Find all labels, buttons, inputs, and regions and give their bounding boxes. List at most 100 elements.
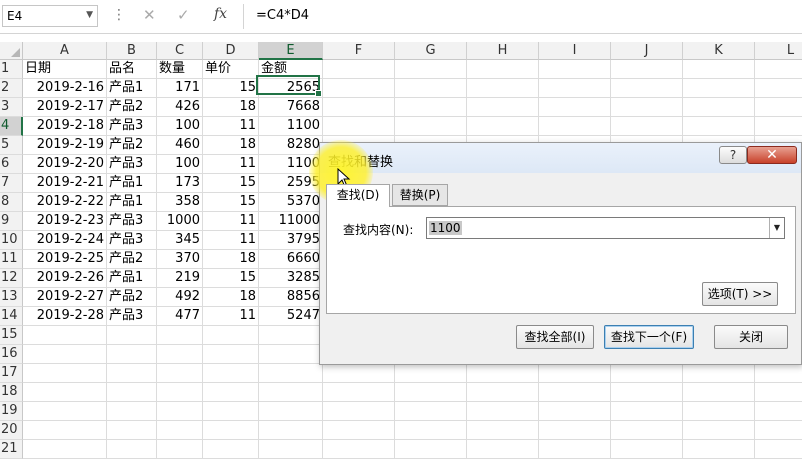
grid-cell[interactable]: 产品1 [107,174,157,193]
row-header[interactable]: 20 [0,421,23,440]
column-header[interactable]: B [107,42,157,60]
grid-cell[interactable]: 18 [203,288,259,307]
grid-cell[interactable] [157,421,203,440]
grid-cell[interactable] [259,421,323,440]
find-what-input[interactable]: 1100 ▼ [426,217,785,239]
grid-cell[interactable] [107,364,157,383]
grid-cell[interactable]: 产品3 [107,117,157,136]
grid-cell[interactable] [467,98,539,117]
grid-cell[interactable] [323,402,395,421]
grid-cell[interactable]: 11 [203,212,259,231]
grid-cell[interactable]: 18 [203,136,259,155]
grid-cell[interactable] [467,402,539,421]
grid-cell[interactable]: 产品1 [107,193,157,212]
grid-cell[interactable] [467,117,539,136]
enter-icon[interactable]: ✓ [177,6,190,24]
grid-cell[interactable] [323,440,395,459]
column-header[interactable]: K [683,42,755,60]
grid-cell[interactable]: 1100 [259,155,323,174]
grid-cell[interactable]: 370 [157,250,203,269]
grid-cell[interactable] [539,98,611,117]
grid-cell[interactable] [755,421,802,440]
grid-cell[interactable] [539,364,611,383]
insert-function-button[interactable]: fx [214,6,227,22]
grid-cell[interactable] [395,402,467,421]
grid-cell[interactable] [683,117,755,136]
grid-cell[interactable] [395,98,467,117]
grid-cell[interactable]: 11000 [259,212,323,231]
grid-cell[interactable]: 345 [157,231,203,250]
help-button[interactable]: ? [719,146,747,164]
grid-cell[interactable] [755,60,802,79]
grid-cell[interactable] [755,117,802,136]
grid-cell[interactable]: 2595 [259,174,323,193]
row-header[interactable]: 15 [0,326,23,345]
grid-cell[interactable]: 3795 [259,231,323,250]
grid-cell[interactable] [539,402,611,421]
grid-cell[interactable] [395,440,467,459]
grid-cell[interactable] [203,364,259,383]
grid-cell[interactable] [611,117,683,136]
grid-cell[interactable]: 2019-2-26 [23,269,107,288]
grid-cell[interactable] [611,60,683,79]
grid-cell[interactable]: 产品3 [107,307,157,326]
column-header[interactable]: A [23,42,107,60]
grid-cell[interactable] [259,440,323,459]
grid-cell[interactable]: 品名 [107,60,157,79]
grid-cell[interactable]: 2019-2-16 [23,79,107,98]
grid-cell[interactable] [323,98,395,117]
grid-cell[interactable] [755,79,802,98]
grid-cell[interactable]: 数量 [157,60,203,79]
row-header[interactable]: 8 [0,193,23,212]
grid-cell[interactable] [107,402,157,421]
grid-cell[interactable] [259,326,323,345]
grid-cell[interactable]: 11 [203,155,259,174]
grid-cell[interactable]: 100 [157,155,203,174]
grid-cell[interactable]: 11 [203,117,259,136]
grid-cell[interactable] [395,421,467,440]
grid-cell[interactable]: 2019-2-21 [23,174,107,193]
grid-cell[interactable] [611,402,683,421]
row-header[interactable]: 9 [0,212,23,231]
grid-cell[interactable] [611,421,683,440]
grid-cell[interactable] [157,326,203,345]
grid-cell[interactable] [259,364,323,383]
grid-cell[interactable] [611,383,683,402]
grid-cell[interactable]: 100 [157,117,203,136]
grid-cell[interactable] [203,383,259,402]
grid-cell[interactable]: 产品3 [107,155,157,174]
grid-cell[interactable]: 173 [157,174,203,193]
grid-cell[interactable]: 8856 [259,288,323,307]
grid-cell[interactable] [539,117,611,136]
grid-cell[interactable] [23,402,107,421]
grid-cell[interactable] [683,402,755,421]
row-header[interactable]: 13 [0,288,23,307]
options-button[interactable]: 选项(T) >> [702,282,778,306]
grid-cell[interactable]: 产品3 [107,212,157,231]
select-all-button[interactable] [0,42,23,60]
grid-cell[interactable]: 171 [157,79,203,98]
grid-cell[interactable] [755,364,802,383]
grid-cell[interactable]: 日期 [23,60,107,79]
grid-cell[interactable] [395,364,467,383]
grid-cell[interactable]: 产品2 [107,250,157,269]
tab-find[interactable]: 查找(D) [326,184,390,207]
chevron-down-icon[interactable]: ▼ [769,218,784,238]
grid-cell[interactable] [539,421,611,440]
grid-cell[interactable] [203,345,259,364]
row-header[interactable]: 14 [0,307,23,326]
grid-cell[interactable]: 2019-2-28 [23,307,107,326]
row-header[interactable]: 21 [0,440,23,459]
column-header[interactable]: J [611,42,683,60]
grid-cell[interactable] [323,383,395,402]
column-header[interactable]: H [467,42,539,60]
close-button[interactable]: 关闭 [714,325,788,349]
grid-cell[interactable] [395,383,467,402]
row-header[interactable]: 7 [0,174,23,193]
grid-cell[interactable]: 426 [157,98,203,117]
find-next-button[interactable]: 查找下一个(F) [604,325,694,349]
grid-cell[interactable]: 11 [203,231,259,250]
grid-cell[interactable]: 2019-2-27 [23,288,107,307]
grid-cell[interactable] [107,421,157,440]
chevron-down-icon[interactable]: ▼ [86,10,93,20]
